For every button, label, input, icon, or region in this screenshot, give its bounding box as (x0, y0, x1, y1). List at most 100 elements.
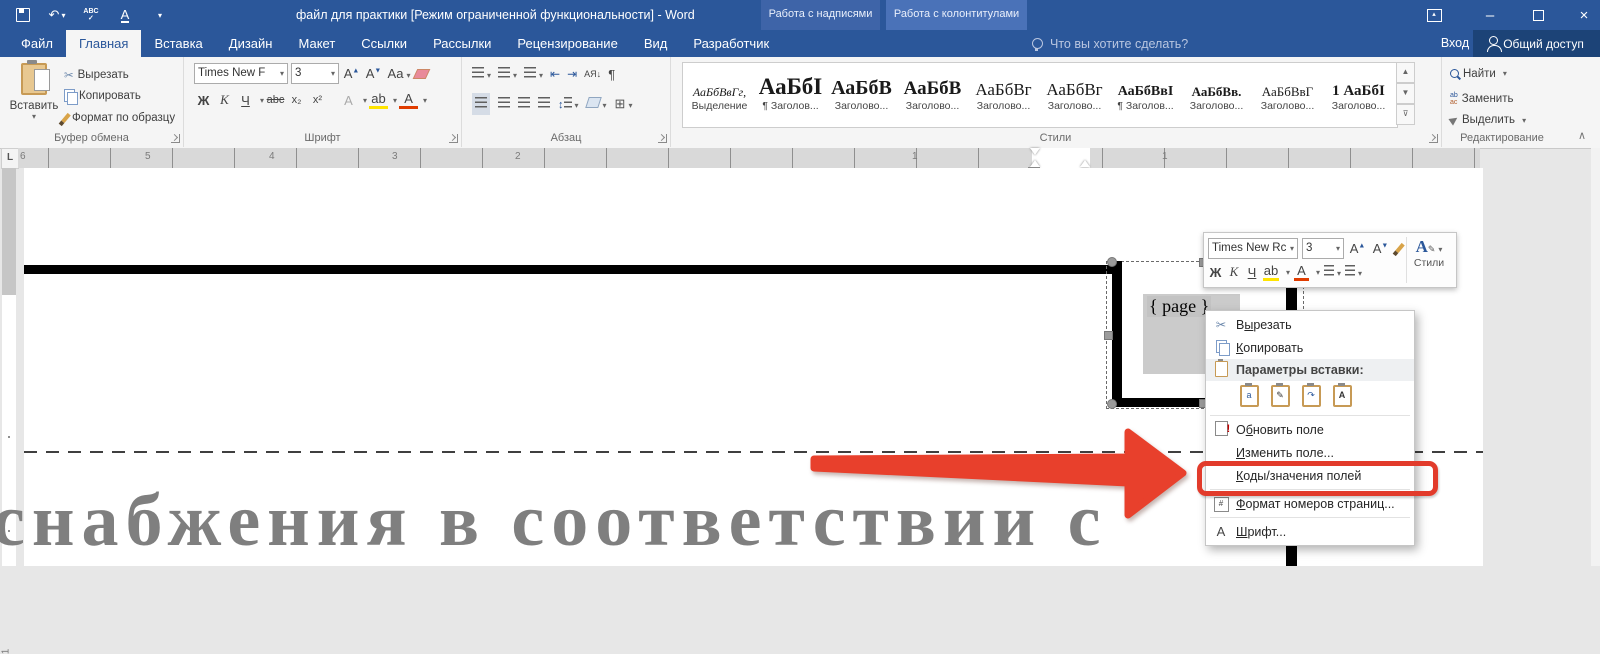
bold-button[interactable]: Ж (194, 93, 213, 108)
horizontal-ruler[interactable]: 6 5 3 4 2 1 1 (18, 148, 1480, 168)
resize-handle[interactable] (1107, 399, 1117, 409)
tab-developer[interactable]: Разработчик (680, 30, 782, 57)
subscript-button[interactable]: x₂ (287, 94, 306, 106)
style-item[interactable]: АаБбВг Заголово... (968, 64, 1039, 122)
tab-mailings[interactable]: Рассылки (420, 30, 504, 57)
tab-design[interactable]: Дизайн (216, 30, 286, 57)
underline-button[interactable]: Ч (1245, 265, 1259, 280)
superscript-button[interactable]: x² (308, 94, 327, 106)
ribbon-display-options-icon[interactable]: ▴ (1412, 0, 1456, 30)
format-painter-icon[interactable] (1395, 243, 1404, 253)
copy-button[interactable]: Копировать (64, 85, 141, 106)
italic-button[interactable]: К (1227, 264, 1241, 280)
tab-selector[interactable]: L (1, 148, 19, 169)
tab-layout[interactable]: Макет (285, 30, 348, 57)
menu-item-cut[interactable]: ✂ Вырезать (1206, 313, 1414, 336)
text-effects-icon[interactable]: А (339, 93, 358, 108)
strikethrough-button[interactable]: abc (266, 94, 285, 106)
shading-icon[interactable]: ▾ (587, 95, 607, 113)
minimize-icon[interactable]: – (1468, 0, 1512, 30)
keep-text-only-icon[interactable]: A (1329, 383, 1355, 409)
bullets-icon[interactable]: ▾ (472, 65, 491, 83)
shrink-font-icon[interactable]: А▼ (364, 66, 383, 81)
paste-button[interactable]: Вставить ▾ (8, 63, 60, 121)
font-size-combo[interactable]: 3▾ (291, 63, 339, 84)
style-item[interactable]: АаБбВвІ ¶ Заголов... (1110, 64, 1181, 122)
clear-formatting-icon[interactable] (413, 69, 431, 79)
highlight-color-icon[interactable]: ab (369, 91, 388, 109)
customize-qat-icon[interactable]: ▾ (142, 0, 176, 30)
hanging-indent-marker[interactable] (1030, 160, 1040, 167)
pilcrow-icon[interactable]: ¶ (608, 67, 615, 82)
restore-icon[interactable] (1516, 0, 1560, 30)
tab-home[interactable]: Главная (66, 30, 141, 57)
highlight-color-icon[interactable]: ab (1263, 263, 1279, 281)
style-item[interactable]: АаБбВв. Заголово... (1181, 64, 1252, 122)
font-name-combo[interactable]: Times New F▾ (194, 63, 288, 84)
align-center-icon[interactable] (498, 95, 510, 113)
style-item[interactable]: АаБбІ ¶ Заголов... (755, 64, 826, 122)
spelling-icon[interactable]: ABC✓ (74, 0, 108, 30)
select-button[interactable]: Выделить▾ (1450, 110, 1526, 131)
styles-scroll-up-icon[interactable]: ▲ (1396, 62, 1415, 83)
dialog-launcher-icon[interactable] (1429, 134, 1438, 143)
format-painter-button[interactable]: Формат по образцу (64, 107, 175, 128)
tab-references[interactable]: Ссылки (348, 30, 420, 57)
grow-font-icon[interactable]: А▲ (1348, 241, 1367, 256)
collapse-ribbon-icon[interactable]: ∧ (1578, 129, 1586, 142)
style-item[interactable]: АаБбВ Заголово... (897, 64, 968, 122)
justify-icon[interactable] (538, 95, 550, 113)
bullets-icon[interactable]: ▾ (1324, 263, 1341, 281)
find-button[interactable]: Найти▾ (1450, 63, 1507, 84)
tab-view[interactable]: Вид (631, 30, 681, 57)
align-left-icon[interactable] (472, 93, 490, 115)
align-right-icon[interactable] (518, 95, 530, 113)
tell-me-search[interactable]: Что вы хотите сделать? (1032, 30, 1188, 57)
font-size-combo[interactable]: 3▾ (1302, 238, 1344, 259)
right-indent-marker[interactable] (1080, 160, 1090, 167)
italic-button[interactable]: К (215, 92, 234, 108)
use-destination-theme-icon[interactable]: ↷ (1298, 383, 1324, 409)
undo-icon[interactable]: ↶▾ (40, 0, 74, 30)
font-name-combo[interactable]: Times New Rc▾ (1208, 238, 1298, 259)
line-spacing-icon[interactable]: ↕▾ (558, 95, 579, 113)
tab-review[interactable]: Рецензирование (504, 30, 630, 57)
sign-in-link[interactable]: Вход (1437, 30, 1473, 57)
dialog-launcher-icon[interactable] (449, 134, 458, 143)
style-item[interactable]: АаБбВ Заголово... (826, 64, 897, 122)
menu-item-copy[interactable]: Копировать (1206, 336, 1414, 359)
styles-button[interactable]: А✎▾ Стили (1406, 237, 1451, 283)
page-field-code[interactable]: { page } (1147, 296, 1211, 317)
bold-button[interactable]: Ж (1208, 265, 1223, 280)
styles-gallery-more-icon[interactable]: ⊽ (1396, 104, 1415, 125)
style-item[interactable]: АаБбВвГ Заголово... (1252, 64, 1323, 122)
first-line-indent-marker[interactable] (1030, 148, 1040, 155)
change-case-icon[interactable]: Аа▾ (386, 66, 412, 81)
menu-item-font[interactable]: А Шрифт... (1206, 520, 1414, 543)
replace-button[interactable]: abac Заменить (1450, 89, 1513, 110)
styles-scroll-down-icon[interactable]: ▼ (1396, 83, 1415, 104)
share-button[interactable]: Общий доступ (1473, 30, 1600, 57)
grow-font-icon[interactable]: А▲ (342, 66, 361, 81)
menu-item-update-field[interactable]: ! Обновить поле (1206, 418, 1414, 441)
borders-icon[interactable]: ⊞▾ (615, 96, 633, 112)
style-item[interactable]: 1 АаБбІ Заголово... (1323, 64, 1394, 122)
numbering-icon[interactable]: ▾ (498, 65, 517, 83)
multilevel-list-icon[interactable]: ▾ (524, 65, 543, 83)
sort-icon[interactable]: АЯ↓ (584, 69, 601, 79)
increase-indent-icon[interactable]: ⇥ (567, 67, 577, 81)
underline-button[interactable]: Ч (236, 93, 255, 108)
decrease-indent-icon[interactable]: ⇤ (550, 67, 560, 81)
tab-insert[interactable]: Вставка (141, 30, 215, 57)
resize-handle[interactable] (1107, 257, 1117, 267)
save-icon[interactable] (6, 0, 40, 30)
resize-handle[interactable] (1104, 331, 1113, 340)
cut-button[interactable]: ✂Вырезать (64, 64, 129, 85)
dialog-launcher-icon[interactable] (171, 134, 180, 143)
style-item[interactable]: АаБбВг Заголово... (1039, 64, 1110, 122)
shrink-font-icon[interactable]: А▼ (1371, 241, 1390, 256)
tab-file[interactable]: Файл (8, 30, 66, 57)
underline-a-icon[interactable]: А (108, 0, 142, 30)
dialog-launcher-icon[interactable] (658, 134, 667, 143)
font-color-icon[interactable]: А (1294, 263, 1309, 281)
